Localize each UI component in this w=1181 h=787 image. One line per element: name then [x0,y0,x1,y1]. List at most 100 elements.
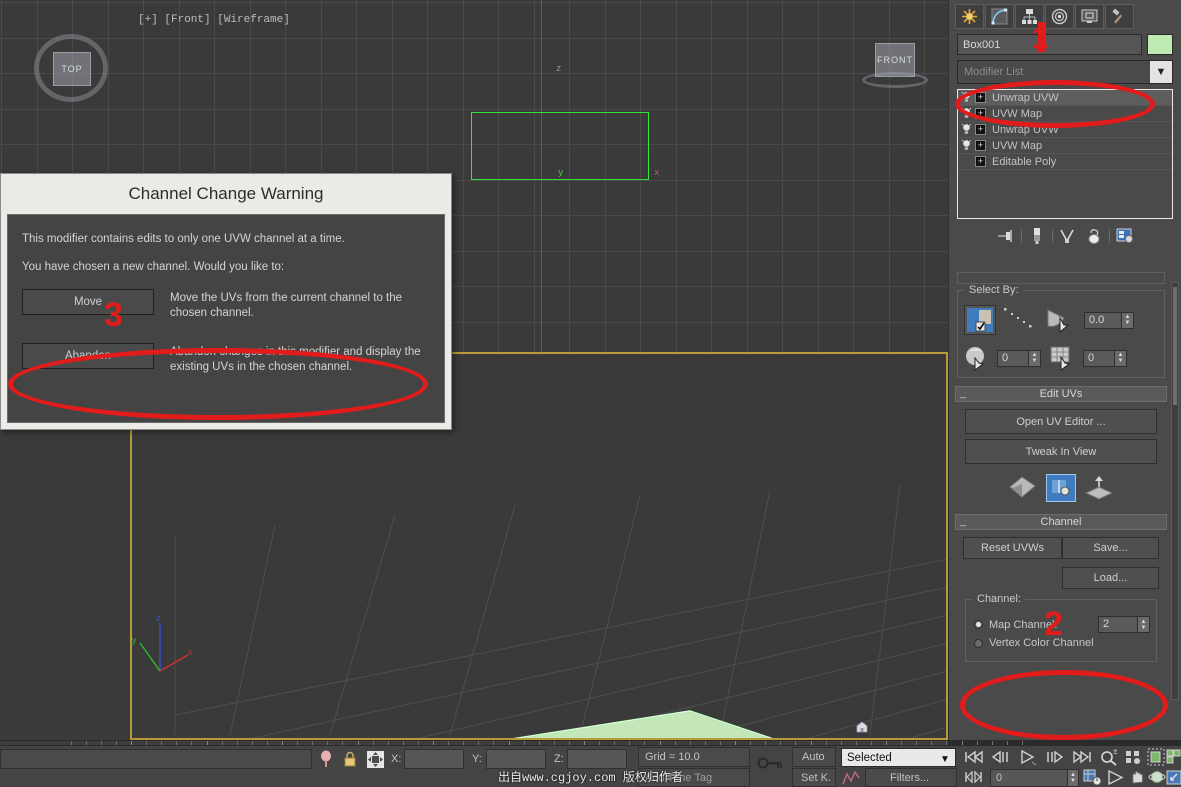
viewcube-cube[interactable]: TOP LEFT FRONT [855,720,935,740]
pelt-map-icon[interactable] [1008,475,1038,501]
save-button[interactable]: Save... [1062,537,1159,559]
remove-modifier-icon[interactable] [1083,226,1105,246]
light-bulb-icon[interactable] [961,123,972,136]
absolute-mode-icon[interactable] [366,750,384,768]
expand-modifier-icon[interactable]: + [975,92,986,103]
collapse-icon-edit-uvs[interactable]: _ [960,386,966,400]
map-channel-value[interactable]: 2 [1098,616,1138,633]
chevron-down-icon[interactable]: ▼ [1150,61,1172,83]
create-tab[interactable] [955,4,984,29]
viewcube-perspective[interactable]: TOP LEFT FRONT [855,720,935,740]
vertex-color-channel-row[interactable]: Vertex Color Channel [974,637,1150,649]
move-button[interactable]: Move [22,289,154,315]
expand-modifier-icon[interactable]: + [975,156,986,167]
material-id-arrows[interactable]: ▲ ▼ [1029,349,1041,367]
object-name-input[interactable]: Box001 [957,34,1142,55]
spinner-arrows[interactable]: ▲ ▼ [1122,311,1134,329]
utilities-tab[interactable] [1105,4,1134,29]
key-step-icon[interactable] [963,769,985,785]
expand-modifier-icon[interactable]: + [975,108,986,119]
viewcube-top[interactable]: TOP [30,28,114,112]
smoothing-group-arrows[interactable]: ▲ ▼ [1115,349,1127,367]
modify-tab[interactable] [985,4,1014,29]
select-by-element-icon[interactable] [964,305,996,335]
panel-scrollbar-thumb[interactable] [1173,287,1177,405]
planar-angle-value[interactable]: 0.0 [1084,311,1122,329]
next-frame-icon[interactable] [1044,748,1066,766]
planar-angle-icon[interactable] [1044,306,1078,334]
modifier-stack-item[interactable]: + UVW Map [958,138,1172,154]
vertex-color-radio[interactable] [974,638,983,648]
curve-editor-icon[interactable] [841,769,861,787]
tweak-uv-icon[interactable] [1046,474,1076,502]
open-uv-editor-button[interactable]: Open UV Editor ... [965,409,1157,434]
map-channel-arrows[interactable]: ▲ ▼ [1138,616,1150,633]
x-coordinate-field[interactable] [404,749,464,769]
collapse-icon-channel[interactable]: _ [960,514,966,528]
smoothing-group-spinner[interactable]: 0 ▲ ▼ [1083,349,1127,367]
channel-header[interactable]: _ Channel [955,514,1167,530]
time-configuration-icon[interactable] [1083,769,1103,786]
light-bulb-icon[interactable] [961,107,972,120]
zoom-extents-icon[interactable] [1146,748,1166,766]
orbit-icon[interactable] [1148,769,1166,786]
select-by-material-id-icon[interactable] [964,345,992,371]
material-id-value[interactable]: 0 [997,349,1029,367]
current-frame-spinner[interactable]: ▲ ▼ [1068,769,1079,787]
panel-scrollbar[interactable] [1171,282,1179,700]
object-color-swatch[interactable] [1147,34,1173,55]
motion-tab[interactable] [1045,4,1074,29]
tweak-in-view-button[interactable]: Tweak In View [965,439,1157,464]
chevron-down-icon-keyfilter[interactable]: ▼ [937,751,953,767]
planar-angle-spinner[interactable]: 0.0 ▲ ▼ [1084,311,1134,329]
channel-change-warning-dialog[interactable]: Channel Change Warning This modifier con… [0,173,452,430]
abandon-button[interactable]: Abandon [22,343,154,369]
zoom-all-icon[interactable] [1124,748,1144,766]
viewcube-front[interactable]: FRONT [862,38,930,94]
y-coordinate-field[interactable] [486,749,546,769]
make-unique-icon[interactable] [1057,226,1079,246]
modifier-stack-item[interactable]: + Unwrap UVW [958,90,1172,106]
expand-modifier-icon[interactable]: + [975,124,986,135]
expand-modifier-icon[interactable]: + [975,140,986,151]
frame-spinner-arrows[interactable]: ▲ ▼ [1068,769,1079,787]
load-button[interactable]: Load... [1062,567,1159,589]
modifier-stack[interactable]: + Unwrap UVW + UVW Map + Unwrap UVW + UVW Map + E… [957,89,1173,219]
map-channel-spinner[interactable]: 2 ▲ ▼ [1098,616,1150,633]
modifier-stack-item[interactable]: + Unwrap UVW [958,122,1172,138]
edit-uvs-header[interactable]: _ Edit UVs [955,386,1167,402]
key-mode-toggle-icon[interactable] [757,755,783,771]
show-end-result-icon[interactable] [1026,226,1048,246]
z-coordinate-field[interactable] [567,749,627,769]
play-icon[interactable] [1017,748,1039,766]
selection-lock-pin-icon[interactable] [318,750,334,768]
light-bulb-icon[interactable] [961,91,972,104]
viewcube-face-top[interactable]: TOP [53,52,91,86]
configure-modifier-sets-icon[interactable] [1114,226,1136,246]
field-of-view-icon[interactable] [1106,769,1124,786]
go-to-start-icon[interactable] [963,748,985,766]
maximize-viewport-icon[interactable] [1166,769,1181,786]
pin-stack-icon[interactable] [995,226,1017,246]
light-bulb-icon[interactable] [961,139,972,152]
select-by-path-icon[interactable] [1002,306,1038,334]
modifier-stack-item[interactable]: + UVW Map [958,106,1172,122]
map-channel-radio[interactable] [974,620,983,629]
viewcube-face-front[interactable]: FRONT [875,43,915,77]
flatten-map-icon[interactable] [1084,475,1114,501]
key-filter-dropdown[interactable]: Selected ▼ [841,748,956,767]
material-id-spinner[interactable]: 0 ▲ ▼ [997,349,1041,367]
select-by-smoothing-group-icon[interactable] [1050,345,1078,371]
map-channel-row[interactable]: Map Channel: 2 ▲ ▼ [974,616,1150,633]
zoom-extents-all-icon[interactable] [1166,748,1181,766]
go-to-end-icon[interactable] [1072,748,1094,766]
modifier-list-dropdown[interactable]: Modifier List ▼ [957,60,1173,84]
smoothing-group-value[interactable]: 0 [1083,349,1115,367]
zoom-icon[interactable]: ± [1100,748,1120,766]
hierarchy-tab[interactable] [1015,4,1044,29]
reset-uvws-button[interactable]: Reset UVWs [963,537,1062,559]
modifier-stack-item[interactable]: + Editable Poly [958,154,1172,170]
prev-frame-icon[interactable] [990,748,1012,766]
display-tab[interactable] [1075,4,1104,29]
pan-icon[interactable] [1128,769,1146,786]
